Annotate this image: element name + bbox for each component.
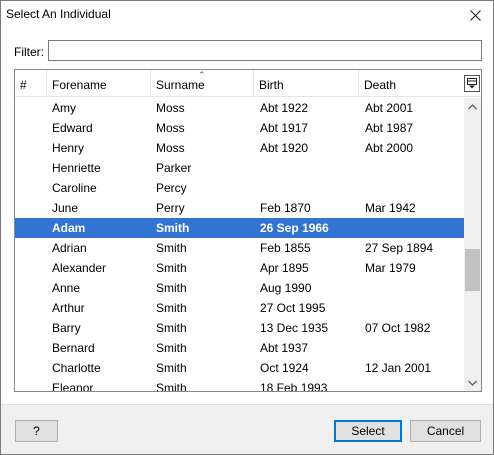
individuals-grid: # Forename Surname Birth Death ⌃ Amy Moss… xyxy=(14,69,482,392)
window-title: Select An Individual xyxy=(6,7,111,21)
help-button[interactable]: ? xyxy=(15,420,58,442)
sort-ascending-icon: ⌃ xyxy=(198,70,206,80)
column-header-death[interactable]: Death xyxy=(359,70,463,97)
surname-cell: Smith xyxy=(156,361,187,375)
forename-cell: Amy xyxy=(52,101,76,115)
table-row[interactable]: Barry Smith 13 Dec 1935 07 Oct 1982 xyxy=(15,318,464,338)
birth-cell: Abt 1937 xyxy=(260,341,309,355)
forename-cell: Edward xyxy=(52,121,93,135)
forename-cell: Eleanor xyxy=(52,381,94,391)
table-row[interactable]: Eleanor Smith 18 Feb 1993 xyxy=(15,378,464,391)
death-cell: 07 Oct 1982 xyxy=(365,321,431,335)
birth-cell: Feb 1855 xyxy=(260,241,311,255)
forename-cell: Arthur xyxy=(52,301,85,315)
surname-cell: Percy xyxy=(156,181,187,195)
surname-cell: Moss xyxy=(156,101,185,115)
select-individual-dialog: Select An Individual Filter: # Forename … xyxy=(0,0,494,455)
forename-cell: Charlotte xyxy=(52,361,101,375)
surname-cell: Smith xyxy=(156,341,187,355)
forename-cell: June xyxy=(52,201,79,215)
surname-cell: Smith xyxy=(156,321,187,335)
death-cell: Abt 2000 xyxy=(365,141,414,155)
scroll-up-icon xyxy=(468,103,477,109)
death-cell: Mar 1979 xyxy=(365,261,416,275)
grid-header: # Forename Surname Birth Death ⌃ xyxy=(15,70,481,97)
birth-cell: Feb 1870 xyxy=(260,201,311,215)
birth-cell: 18 Feb 1993 xyxy=(260,381,328,391)
forename-cell: Bernard xyxy=(52,341,95,355)
death-cell: 12 Jan 2001 xyxy=(365,361,432,375)
title-bar: Select An Individual xyxy=(1,1,493,29)
birth-cell: Aug 1990 xyxy=(260,281,312,295)
death-cell: Abt 2001 xyxy=(365,101,414,115)
surname-cell: Smith xyxy=(156,301,187,315)
forename-cell: Barry xyxy=(52,321,81,335)
forename-cell: Henry xyxy=(52,141,85,155)
birth-cell: 13 Dec 1935 xyxy=(260,321,329,335)
scroll-down-icon xyxy=(468,380,477,386)
surname-cell: Smith xyxy=(156,381,187,391)
filter-input[interactable] xyxy=(48,40,482,61)
close-icon xyxy=(469,9,481,21)
grid-rows: Amy Moss Abt 1922 Abt 2001 Edward Moss Abt 191… xyxy=(15,98,464,391)
table-row[interactable]: Henry Moss Abt 1920 Abt 2000 xyxy=(15,138,464,158)
vertical-scrollbar[interactable] xyxy=(464,98,481,391)
surname-cell: Perry xyxy=(156,201,185,215)
birth-cell: Abt 1922 xyxy=(260,101,309,115)
surname-cell: Smith xyxy=(156,261,187,275)
forename-cell: Adam xyxy=(52,221,86,235)
column-header-number[interactable]: # xyxy=(15,70,47,97)
scrollbar-thumb[interactable] xyxy=(465,249,480,291)
cancel-button[interactable]: Cancel xyxy=(410,420,481,442)
select-button[interactable]: Select xyxy=(334,420,402,442)
death-cell: Mar 1942 xyxy=(365,201,416,215)
column-chooser-icon xyxy=(467,78,477,89)
surname-cell: Smith xyxy=(156,241,187,255)
forename-cell: Adrian xyxy=(52,241,87,255)
surname-cell: Moss xyxy=(156,121,185,135)
table-row[interactable]: Edward Moss Abt 1917 Abt 1987 xyxy=(15,118,464,138)
table-row[interactable]: Caroline Percy xyxy=(15,178,464,198)
scroll-down-button[interactable] xyxy=(464,374,481,391)
table-row[interactable]: Adrian Smith Feb 1855 27 Sep 1894 xyxy=(15,238,464,258)
birth-cell: Abt 1917 xyxy=(260,121,309,135)
forename-cell: Anne xyxy=(52,281,81,295)
column-header-forename[interactable]: Forename xyxy=(47,70,151,97)
forename-cell: Caroline xyxy=(52,181,97,195)
birth-cell: Abt 1920 xyxy=(260,141,309,155)
table-row[interactable]: Arthur Smith 27 Oct 1995 xyxy=(15,298,464,318)
surname-cell: Smith xyxy=(156,281,187,295)
table-row[interactable]: Amy Moss Abt 1922 Abt 2001 xyxy=(15,98,464,118)
birth-cell: Oct 1924 xyxy=(260,361,309,375)
close-button[interactable] xyxy=(457,1,493,29)
surname-cell: Moss xyxy=(156,141,185,155)
column-header-birth[interactable]: Birth xyxy=(254,70,359,97)
table-row[interactable]: Alexander Smith Apr 1895 Mar 1979 xyxy=(15,258,464,278)
table-row[interactable]: Bernard Smith Abt 1937 xyxy=(15,338,464,358)
filter-label: Filter: xyxy=(14,45,44,59)
table-row[interactable]: Henriette Parker xyxy=(15,158,464,178)
death-cell: Abt 1987 xyxy=(365,121,414,135)
forename-cell: Henriette xyxy=(52,161,101,175)
dialog-footer: ? Select Cancel xyxy=(1,404,493,454)
birth-cell: 26 Sep 1966 xyxy=(260,221,329,235)
surname-cell: Smith xyxy=(156,221,190,235)
birth-cell: Apr 1895 xyxy=(260,261,309,275)
column-chooser-button[interactable] xyxy=(464,75,480,92)
surname-cell: Parker xyxy=(156,161,192,175)
scroll-up-button[interactable] xyxy=(464,98,481,115)
table-row[interactable]: Charlotte Smith Oct 1924 12 Jan 2001 xyxy=(15,358,464,378)
dialog-body: Filter: # Forename Surname Birth Death ⌃ xyxy=(1,29,493,404)
table-row[interactable]: Adam Smith 26 Sep 1966 xyxy=(15,218,464,238)
forename-cell: Alexander xyxy=(52,261,107,275)
birth-cell: 27 Oct 1995 xyxy=(260,301,326,315)
death-cell: 27 Sep 1894 xyxy=(365,241,434,255)
table-row[interactable]: June Perry Feb 1870 Mar 1942 xyxy=(15,198,464,218)
table-row[interactable]: Anne Smith Aug 1990 xyxy=(15,278,464,298)
